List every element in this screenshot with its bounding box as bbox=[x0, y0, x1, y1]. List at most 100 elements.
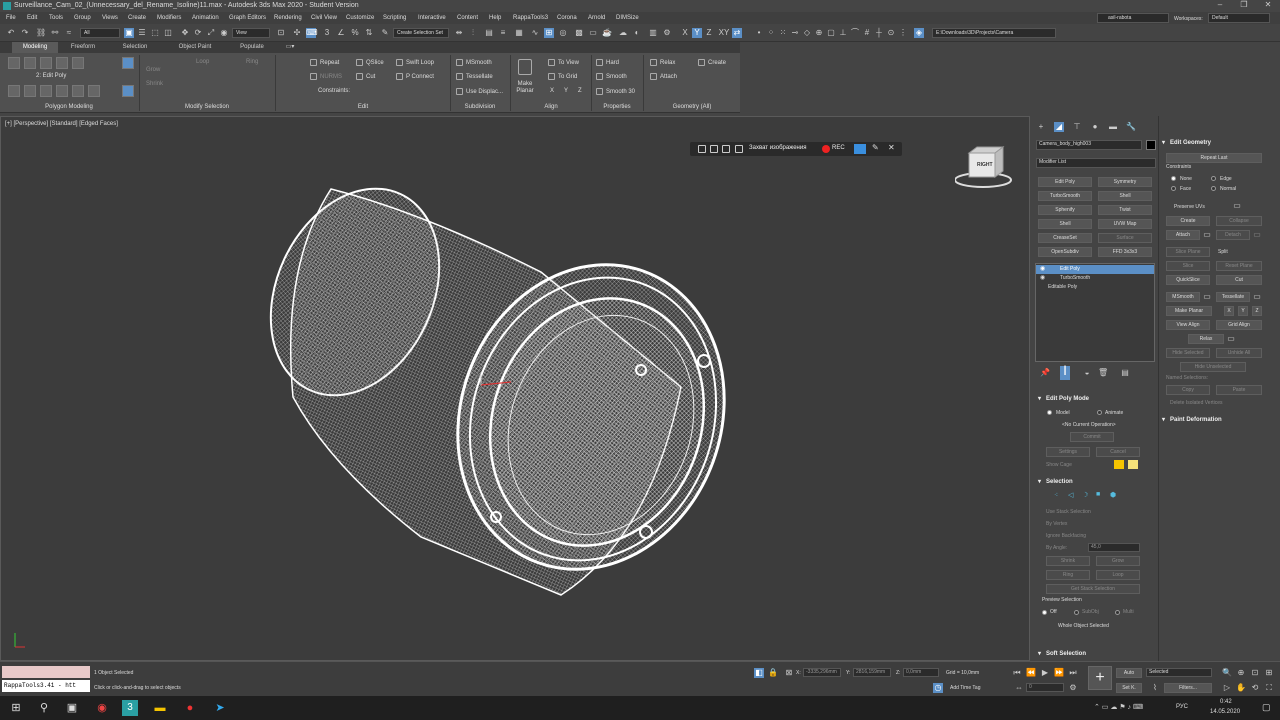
recorder-icon[interactable]: ● bbox=[182, 700, 198, 716]
object-color-swatch[interactable] bbox=[1146, 140, 1156, 150]
mod-symmetry-button[interactable]: Symmetry bbox=[1098, 177, 1152, 187]
snap-options-icon[interactable]: ⋮ bbox=[898, 28, 908, 38]
mirror-icon[interactable]: ⇹ bbox=[454, 28, 464, 38]
move-icon[interactable]: ✥ bbox=[180, 28, 190, 38]
minimize-button[interactable]: – bbox=[1208, 0, 1232, 12]
material-editor-icon[interactable]: ◎ bbox=[558, 28, 568, 38]
mod-uvw-map-button[interactable]: UVW Map bbox=[1098, 219, 1152, 229]
menu-content[interactable]: Content bbox=[457, 12, 478, 24]
menu-scripting[interactable]: Scripting bbox=[383, 12, 406, 24]
snap-vertex-icon[interactable]: • bbox=[754, 28, 764, 38]
scale-icon[interactable]: ⤢ bbox=[206, 28, 216, 38]
keyboard-language[interactable]: РУС bbox=[1176, 704, 1188, 710]
snap-bbox-icon[interactable]: ▢ bbox=[826, 28, 836, 38]
grow-button[interactable]: Grow bbox=[146, 67, 160, 73]
planar-x-button[interactable]: X bbox=[1224, 306, 1234, 316]
menu-graph-editors[interactable]: Graph Editors bbox=[229, 12, 266, 24]
ref-coord-dropdown[interactable]: View bbox=[232, 28, 270, 38]
curve-editor-icon[interactable]: ∿ bbox=[530, 28, 540, 38]
task-view-icon[interactable]: ▣ bbox=[64, 700, 80, 716]
ribbon-minimize-icon[interactable]: ▭▾ bbox=[282, 42, 298, 53]
menu-animation[interactable]: Animation bbox=[192, 12, 219, 24]
by-angle-checkbox[interactable]: By Angle: bbox=[1046, 545, 1067, 551]
grow-button[interactable]: Grow bbox=[1096, 556, 1140, 566]
align-icon[interactable]: ⫶ bbox=[468, 28, 478, 38]
visibility-eye-icon[interactable]: ◉ bbox=[1040, 265, 1045, 272]
mod-shell-button[interactable]: Shell bbox=[1098, 191, 1152, 201]
snaps-toggle-icon[interactable]: 3 bbox=[322, 28, 332, 38]
polygon-mode-icon[interactable] bbox=[56, 57, 68, 69]
add-time-tag-button[interactable]: Add Time Tag bbox=[950, 685, 980, 691]
copy-button[interactable]: Copy bbox=[1166, 385, 1210, 395]
qslice-button[interactable]: QSlice bbox=[356, 59, 384, 66]
schematic-view-icon[interactable]: ⊞ bbox=[544, 28, 554, 38]
grid-align-button[interactable]: Grid Align bbox=[1216, 320, 1262, 330]
element-mode-icon[interactable] bbox=[72, 57, 84, 69]
select-by-name-icon[interactable]: ☰ bbox=[137, 28, 147, 38]
subobj-vertex-icon[interactable]: ⁖ bbox=[1054, 491, 1058, 499]
menu-edit[interactable]: Edit bbox=[27, 12, 37, 24]
cage-selected-color-swatch[interactable] bbox=[1128, 460, 1138, 469]
set-key-icon[interactable]: + bbox=[1088, 666, 1112, 690]
maximize-viewport-icon[interactable]: ⛶ bbox=[1264, 683, 1274, 693]
select-manipulate-icon[interactable]: ✣ bbox=[292, 28, 302, 38]
create-button[interactable]: Create bbox=[1166, 216, 1210, 226]
set-key-button[interactable]: Set K. bbox=[1116, 683, 1142, 693]
make-planar-button[interactable]: Make Planar bbox=[514, 81, 536, 95]
maximize-button[interactable]: ❐ bbox=[1232, 0, 1256, 12]
to-view-button[interactable]: To View bbox=[548, 59, 579, 66]
snap-grid-icon[interactable]: # bbox=[862, 28, 872, 38]
mod-twist-button[interactable]: Twist bbox=[1098, 205, 1152, 215]
repeat-last-button[interactable]: Repeat Last bbox=[1166, 153, 1262, 163]
display-panel-icon[interactable]: ▬ bbox=[1108, 122, 1118, 132]
smooth30-button[interactable]: Smooth 30 bbox=[596, 88, 635, 95]
time-config-icon[interactable]: ⚙ bbox=[1068, 683, 1078, 693]
nurms-button[interactable]: NURMS bbox=[310, 73, 342, 80]
workspace-dropdown[interactable]: Default bbox=[1208, 13, 1270, 23]
menu-customize[interactable]: Customize bbox=[346, 12, 374, 24]
mod-shell2-button[interactable]: Shell bbox=[1038, 219, 1092, 229]
tab-object-paint[interactable]: Object Paint bbox=[168, 42, 222, 53]
3ds-max-icon[interactable]: 3 bbox=[122, 700, 138, 716]
pin-stack-icon[interactable]: 📌 bbox=[1040, 368, 1050, 378]
pen-icon[interactable]: ✎ bbox=[872, 143, 879, 152]
hierarchy-panel-icon[interactable]: ⊤ bbox=[1072, 122, 1082, 132]
make-unique-icon[interactable]: ◒ bbox=[1082, 368, 1092, 378]
menu-views[interactable]: Views bbox=[102, 12, 118, 24]
render-online-icon[interactable]: ☁ bbox=[618, 28, 628, 38]
key-tangents-icon[interactable]: ⌇ bbox=[1150, 683, 1160, 693]
angle-snap-icon[interactable]: ∠ bbox=[336, 28, 346, 38]
cut-button[interactable]: Cut bbox=[356, 73, 375, 80]
hide-selected-button[interactable]: Hide Selected bbox=[1166, 348, 1210, 358]
rendered-frame-icon[interactable]: ▭ bbox=[588, 28, 598, 38]
preserve-uv-icon[interactable] bbox=[88, 85, 100, 97]
modifier-list-dropdown[interactable]: Modifier List bbox=[1036, 158, 1156, 168]
cut-button[interactable]: Cut bbox=[1216, 275, 1262, 285]
use-soft-selection-icon[interactable] bbox=[122, 57, 134, 69]
key-filters-button[interactable]: Filters... bbox=[1164, 683, 1212, 693]
relax-settings-icon[interactable]: ▭ bbox=[1226, 334, 1236, 344]
keyboard-shortcut-override-icon[interactable]: ⌨ bbox=[306, 28, 318, 38]
visibility-eye-icon[interactable]: ◉ bbox=[1040, 274, 1045, 281]
msmooth-button[interactable]: MSmooth bbox=[456, 59, 492, 66]
cancel-button[interactable]: Cancel bbox=[1096, 447, 1140, 457]
axis-x-button[interactable]: X bbox=[680, 28, 690, 38]
render-icon[interactable]: ☕ bbox=[602, 28, 612, 38]
rec-button[interactable]: REC bbox=[832, 145, 845, 151]
tessellate-button[interactable]: Tessellate bbox=[1216, 292, 1250, 302]
link-icon[interactable]: ⛓ bbox=[36, 28, 46, 38]
stack-item-editable-poly[interactable]: Editable Poly bbox=[1036, 283, 1154, 292]
search-icon[interactable]: ⚲ bbox=[36, 700, 52, 716]
prev-frame-icon[interactable]: ⏪ bbox=[1026, 668, 1036, 678]
snap-tangent-icon[interactable]: ⌒ bbox=[850, 28, 860, 38]
file-explorer-icon[interactable]: ▬ bbox=[152, 700, 168, 716]
to-grid-button[interactable]: To Grid bbox=[548, 73, 577, 80]
undo-icon[interactable]: ↶ bbox=[6, 28, 16, 38]
user-account-dropdown[interactable]: asil-rabota bbox=[1097, 13, 1169, 23]
menu-file[interactable]: File bbox=[6, 12, 16, 24]
zoom-icon[interactable]: 🔍 bbox=[1222, 668, 1232, 678]
mod-surface-button[interactable]: Surface bbox=[1098, 233, 1152, 243]
absolute-mode-icon[interactable]: ⊠ bbox=[784, 668, 794, 678]
show-end-result-icon[interactable] bbox=[8, 85, 20, 97]
capture-screen-icon[interactable] bbox=[710, 145, 718, 153]
